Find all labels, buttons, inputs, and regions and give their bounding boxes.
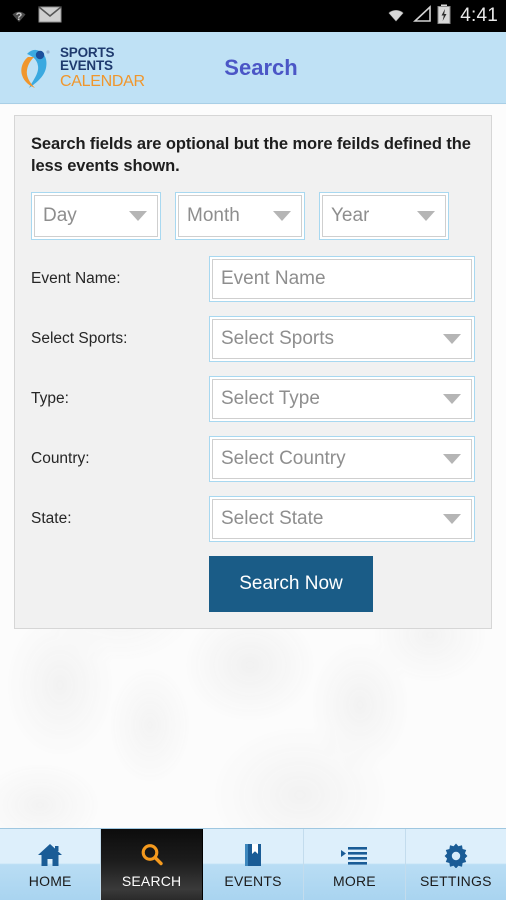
- chevron-down-icon: [129, 210, 147, 221]
- event-name-row: Event Name: Event Name: [31, 255, 475, 302]
- nav-item-settings[interactable]: SETTINGS: [406, 829, 506, 900]
- date-selectors-row: Day Month Year: [31, 191, 475, 240]
- gear-icon: [442, 840, 470, 870]
- year-dropdown[interactable]: Year: [319, 191, 449, 240]
- country-dropdown[interactable]: Select Country: [209, 435, 475, 482]
- status-bar: ? 4:41: [0, 0, 506, 32]
- book-icon: [239, 840, 267, 870]
- bottom-navigation-bar: HOME SEARCH EVENTS MORE SETTINGS: [0, 828, 506, 900]
- select-sports-label: Select Sports:: [31, 329, 128, 347]
- nav-item-home[interactable]: HOME: [0, 829, 102, 900]
- battery-charging-icon: [437, 4, 451, 29]
- clock-time: 4:41: [460, 5, 498, 26]
- app-logo: SPORTS EVENTS CALENDAR: [16, 45, 164, 91]
- select-sports-dropdown-inner: Select Sports: [212, 318, 472, 359]
- event-name-input-inner: Event Name: [212, 258, 472, 299]
- day-dropdown[interactable]: Day: [31, 191, 161, 240]
- page-body: Search fields are optional but the more …: [0, 105, 506, 828]
- logo-wordmark: SPORTS EVENTS CALENDAR: [60, 44, 164, 90]
- day-dropdown-inner: Day: [34, 194, 158, 237]
- country-value: Select Country: [221, 447, 346, 469]
- signal-triangle-icon: [412, 4, 432, 28]
- event-name-label: Event Name:: [31, 269, 121, 287]
- app-header: SPORTS EVENTS CALENDAR Search: [0, 32, 506, 104]
- search-icon: [138, 840, 166, 870]
- month-dropdown-inner: Month: [178, 194, 302, 237]
- type-label: Type:: [31, 389, 69, 407]
- submit-row: Search Now: [31, 555, 475, 612]
- state-row: State: Select State: [31, 495, 475, 542]
- select-sports-row: Select Sports: Select Sports: [31, 315, 475, 362]
- svg-text:?: ?: [16, 11, 23, 23]
- select-sports-dropdown[interactable]: Select Sports: [209, 315, 475, 362]
- nav-label-home: HOME: [28, 873, 72, 889]
- nav-item-events[interactable]: EVENTS: [203, 829, 305, 900]
- chevron-down-icon: [273, 210, 291, 221]
- month-dropdown[interactable]: Month: [175, 191, 305, 240]
- day-dropdown-value: Day: [43, 204, 77, 226]
- app-root: ? 4:41 SPORTS EVENTS CALENDAR Search Sea…: [0, 0, 506, 900]
- form-heading: Search fields are optional but the more …: [31, 135, 471, 175]
- year-dropdown-value: Year: [331, 204, 370, 226]
- wifi-icon: [385, 5, 407, 28]
- chevron-down-icon: [417, 210, 435, 221]
- list-icon: [339, 840, 369, 870]
- country-row: Country: Select Country: [31, 435, 475, 482]
- country-label: Country:: [31, 449, 90, 467]
- chevron-down-icon: [443, 453, 461, 464]
- type-value: Select Type: [221, 387, 320, 409]
- state-label: State:: [31, 509, 72, 527]
- event-name-input[interactable]: Event Name: [209, 255, 475, 302]
- event-name-placeholder: Event Name: [221, 267, 326, 289]
- wifi-question-icon: ?: [8, 5, 30, 28]
- nav-label-search: SEARCH: [121, 873, 182, 889]
- state-dropdown[interactable]: Select State: [209, 495, 475, 542]
- select-sports-value: Select Sports: [221, 327, 334, 349]
- logo-line-2: CALENDAR: [60, 72, 145, 90]
- country-dropdown-inner: Select Country: [212, 438, 472, 479]
- chevron-down-icon: [443, 333, 461, 344]
- chevron-down-icon: [443, 513, 461, 524]
- type-dropdown[interactable]: Select Type: [209, 375, 475, 422]
- chevron-down-icon: [443, 393, 461, 404]
- month-dropdown-value: Month: [187, 204, 240, 226]
- sports-figure-logo-icon: [16, 45, 56, 91]
- envelope-icon: [38, 5, 62, 28]
- type-row: Type: Select Type: [31, 375, 475, 422]
- state-dropdown-inner: Select State: [212, 498, 472, 539]
- submit-row-spacer: [31, 556, 209, 612]
- nav-label-more: MORE: [333, 873, 376, 889]
- nav-item-search[interactable]: SEARCH: [101, 829, 203, 900]
- status-bar-right: 4:41: [385, 4, 498, 29]
- search-now-button[interactable]: Search Now: [209, 555, 373, 612]
- type-dropdown-inner: Select Type: [212, 378, 472, 419]
- search-form-card: Search fields are optional but the more …: [14, 115, 492, 629]
- logo-line-1: SPORTS EVENTS: [60, 44, 115, 73]
- year-dropdown-inner: Year: [322, 194, 446, 237]
- home-icon: [36, 840, 64, 870]
- nav-label-settings: SETTINGS: [420, 873, 492, 889]
- page-title: Search: [224, 54, 298, 80]
- status-bar-left: ?: [8, 5, 385, 28]
- nav-label-events: EVENTS: [224, 873, 282, 889]
- nav-item-more[interactable]: MORE: [304, 829, 406, 900]
- state-value: Select State: [221, 507, 324, 529]
